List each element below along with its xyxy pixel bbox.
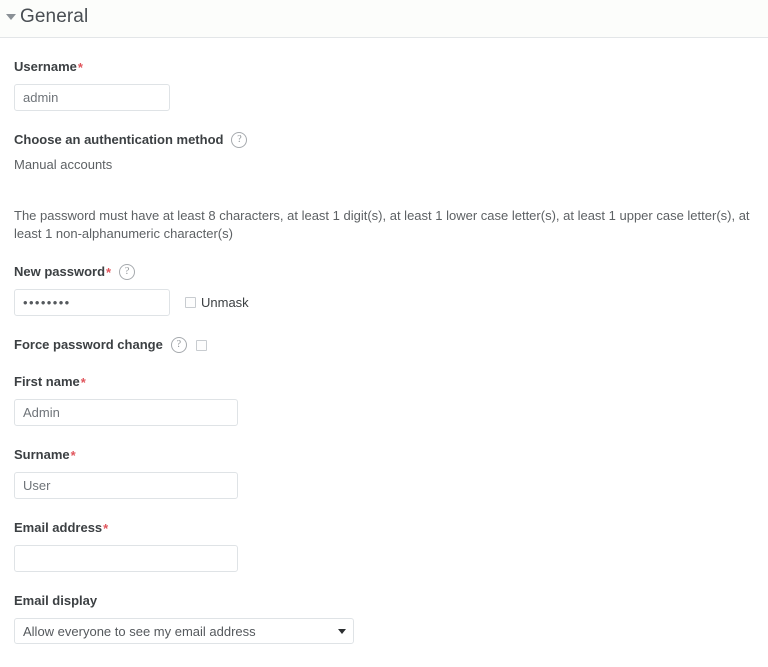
unmask-checkbox[interactable] xyxy=(185,297,196,308)
field-email-display: Email display Allow everyone to see my e… xyxy=(14,593,754,644)
surname-label-text: Surname xyxy=(14,447,70,462)
general-section-header[interactable]: General xyxy=(0,0,768,38)
force-password-change-label-text: Force password change xyxy=(14,337,163,352)
new-password-label-text: New password xyxy=(14,264,106,279)
surname-input[interactable] xyxy=(14,472,238,499)
caret-down-icon[interactable] xyxy=(3,9,19,25)
unmask-toggle[interactable]: Unmask xyxy=(185,295,249,311)
help-circle-icon[interactable]: ? xyxy=(119,264,136,280)
required-asterisk: * xyxy=(77,59,83,75)
field-first-name: First name * xyxy=(14,374,754,426)
username-label-text: Username xyxy=(14,59,77,74)
auth-method-value: Manual accounts xyxy=(14,157,113,172)
new-password-label: New password * ? xyxy=(14,264,754,280)
auth-method-label: Choose an authentication method ? xyxy=(14,132,754,148)
first-name-label-text: First name xyxy=(14,374,80,389)
email-display-selected-value: Allow everyone to see my email address xyxy=(14,618,354,644)
first-name-input[interactable] xyxy=(14,399,238,426)
field-email-address: Email address * xyxy=(14,520,754,572)
field-force-password-change: Force password change ? xyxy=(14,337,754,353)
email-address-label: Email address * xyxy=(14,520,754,536)
password-policy-text: The password must have at least 8 charac… xyxy=(14,208,750,241)
field-auth-method: Choose an authentication method ? Manual… xyxy=(14,132,754,173)
section-title: General xyxy=(20,6,89,27)
field-surname: Surname * xyxy=(14,447,754,499)
force-password-change-label: Force password change ? xyxy=(14,337,754,353)
email-display-select[interactable]: Allow everyone to see my email address xyxy=(14,618,354,644)
email-display-label: Email display xyxy=(14,593,754,609)
username-input[interactable] xyxy=(14,84,170,111)
force-password-change-checkbox[interactable] xyxy=(195,339,207,351)
required-asterisk: * xyxy=(80,374,86,390)
help-circle-icon[interactable]: ? xyxy=(170,337,187,353)
required-asterisk: * xyxy=(70,447,76,463)
field-username: Username * xyxy=(14,59,754,111)
general-form: Username* Choose an authentication metho… xyxy=(0,59,768,644)
new-password-row: Unmask xyxy=(14,289,754,316)
required-asterisk: * xyxy=(106,264,112,280)
first-name-label: First name * xyxy=(14,374,754,390)
field-new-password: New password* ? Unmask xyxy=(14,264,754,316)
email-display-label-text: Email display xyxy=(14,593,98,608)
surname-label: Surname * xyxy=(14,447,754,463)
unmask-label: Unmask xyxy=(201,294,249,310)
email-address-label-text: Email address xyxy=(14,520,103,535)
help-circle-icon[interactable]: ? xyxy=(231,132,248,148)
username-label: Username * xyxy=(14,59,754,75)
email-address-input[interactable] xyxy=(14,545,238,572)
new-password-input[interactable] xyxy=(14,289,170,316)
auth-method-label-text: Choose an authentication method xyxy=(14,132,224,147)
required-asterisk: * xyxy=(103,520,109,536)
chevron-down-icon xyxy=(338,629,346,634)
